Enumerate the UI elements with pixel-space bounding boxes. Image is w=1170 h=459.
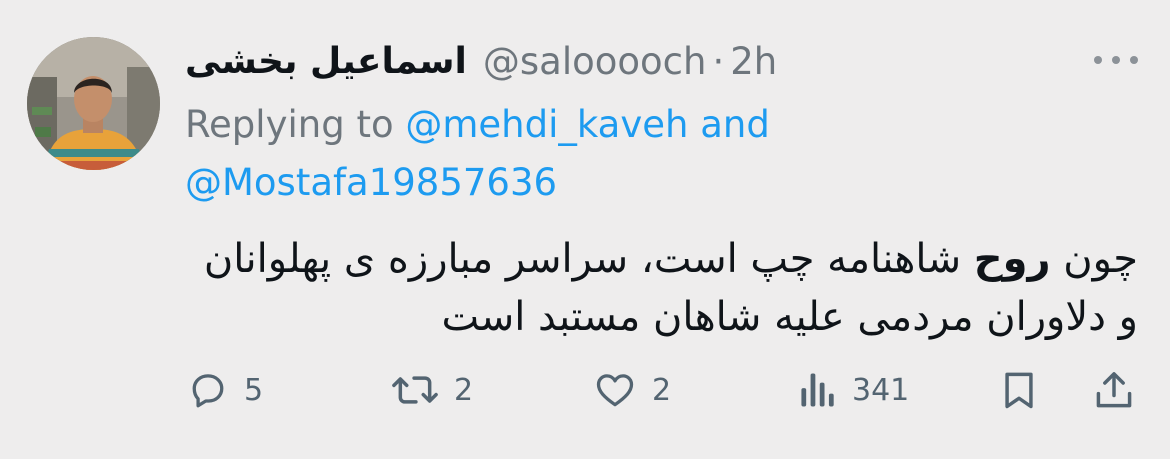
reply-count: 5 bbox=[244, 372, 264, 408]
views-count: 341 bbox=[852, 372, 910, 408]
like-button[interactable]: 2 bbox=[592, 365, 671, 415]
tweet-text-bold: روح bbox=[973, 236, 1051, 282]
tweet-text: چون روح شاهنامه چپ است، سراسر مبارزه ی پ… bbox=[180, 230, 1138, 346]
separator-dot: · bbox=[712, 39, 725, 83]
bookmark-icon bbox=[1005, 372, 1033, 409]
mention-and[interactable]: and bbox=[700, 103, 770, 146]
tweet-card[interactable]: اسماعیل بخشی @salooooch · 2h Replying to… bbox=[0, 0, 1170, 459]
share-button[interactable] bbox=[1092, 365, 1136, 415]
bookmark-button[interactable] bbox=[997, 365, 1041, 415]
more-horizontal-icon[interactable] bbox=[1094, 48, 1138, 72]
replying-prefix: Replying to bbox=[185, 103, 394, 146]
share-icon bbox=[1096, 372, 1132, 408]
user-handle[interactable]: @salooooch bbox=[483, 40, 707, 83]
tweet-header: اسماعیل بخشی @salooooch · 2h bbox=[185, 36, 777, 86]
replying-to: Replying to @mehdi_kaveh and @Mostafa198… bbox=[185, 96, 845, 212]
display-name[interactable]: اسماعیل بخشی bbox=[185, 41, 467, 82]
reply-icon bbox=[192, 374, 224, 408]
like-count: 2 bbox=[652, 372, 672, 408]
retweet-count: 2 bbox=[454, 372, 474, 408]
reply-button[interactable]: 5 bbox=[186, 365, 263, 415]
views-button[interactable]: 341 bbox=[796, 365, 909, 415]
views-bar-chart-icon bbox=[801, 373, 834, 407]
retweet-icon bbox=[392, 376, 438, 404]
tweet-text-part-1: چون bbox=[1050, 236, 1138, 282]
avatar[interactable] bbox=[27, 37, 160, 170]
retweet-button[interactable]: 2 bbox=[390, 365, 473, 415]
action-bar: 5 2 2 341 bbox=[0, 365, 1170, 415]
avatar-image bbox=[27, 37, 160, 170]
mention-link-1[interactable]: @mehdi_kaveh bbox=[405, 103, 688, 146]
mention-link-2[interactable]: @Mostafa19857636 bbox=[185, 161, 557, 204]
heart-icon bbox=[596, 374, 634, 407]
timestamp[interactable]: 2h bbox=[730, 40, 777, 83]
